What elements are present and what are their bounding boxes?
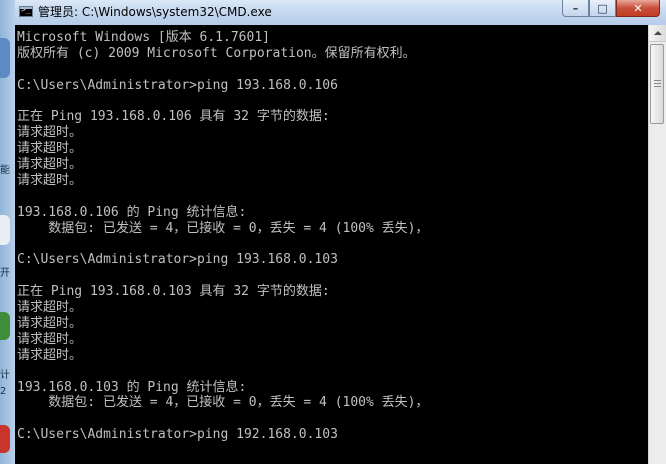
console-line: C:\Users\Administrator>ping 193.168.0.10… [17,77,338,93]
console-line: 正在 Ping 193.168.0.103 具有 32 字节的数据: [17,284,330,300]
console-line: 请求超时。 [17,300,83,316]
console-line: 请求超时。 [17,316,83,332]
desktop-label: 计 [0,370,10,381]
console-line: 数据包: 已发送 = 4，已接收 = 0，丢失 = 4 (100% 丢失)， [17,395,429,411]
desktop-background: 能 开 计 2 [0,0,15,464]
console-line: 请求超时。 [17,173,83,189]
console-line: 请求超时。 [17,157,83,173]
prompt-glyph: >_ [21,5,31,14]
desktop-label: 2 [0,386,7,397]
maximize-icon: □ [597,1,608,15]
close-icon: ✕ [633,1,643,15]
console-line: 193.168.0.106 的 Ping 统计信息: [17,204,247,220]
console-line: 193.168.0.103 的 Ping 统计信息: [17,379,247,395]
grip-line [654,83,661,84]
grip-line [654,86,661,87]
desktop-shortcut-icon[interactable] [0,38,10,78]
console-line: 正在 Ping 193.168.0.106 具有 32 字节的数据: [17,109,330,125]
caption-buttons: – □ ✕ [562,0,660,18]
scroll-up-button[interactable] [649,25,666,42]
desktop-shortcut-icon[interactable] [0,425,10,453]
console-line: C:\Users\Administrator>ping 192.168.0.10… [17,427,338,443]
cmd-icon[interactable]: >_ [19,5,33,17]
console-line: 请求超时。 [17,347,83,363]
vertical-scrollbar[interactable] [648,25,666,464]
maximize-button[interactable]: □ [589,0,616,17]
console-line: 请求超时。 [17,125,83,141]
desktop-shortcut-icon[interactable] [0,312,10,340]
arrow-up-icon [653,31,662,35]
title-bar[interactable]: >_ 管理员: C:\Windows\system32\CMD.exe – □ … [15,0,666,25]
window-title: 管理员: C:\Windows\system32\CMD.exe [38,5,272,19]
console-line: 请求超时。 [17,331,83,347]
console-output[interactable]: Microsoft Windows [版本 6.1.7601] 版权所有 (c) … [15,25,648,464]
cmd-window: >_ 管理员: C:\Windows\system32\CMD.exe – □ … [15,0,666,464]
grip-line [654,80,661,81]
console-line: Microsoft Windows [版本 6.1.7601] [17,30,270,45]
console-line: 版权所有 (c) 2009 Microsoft Corporation。保留所有… [17,45,416,61]
console-text: Microsoft Windows [版本 6.1.7601] 版权所有 (c) … [17,30,429,443]
desktop-label: 开 [0,268,10,279]
close-button[interactable]: ✕ [616,0,660,17]
scroll-thumb[interactable] [650,44,664,124]
desktop-shortcut-icon[interactable] [0,215,10,245]
console-line: C:\Users\Administrator>ping 193.168.0.10… [17,252,338,268]
console-line: 请求超时。 [17,141,83,157]
minimize-button[interactable]: – [562,0,589,17]
desktop-label: 能 [0,165,10,176]
minimize-icon: – [572,1,579,15]
console-line: 数据包: 已发送 = 4，已接收 = 0，丢失 = 4 (100% 丢失)， [17,220,429,236]
